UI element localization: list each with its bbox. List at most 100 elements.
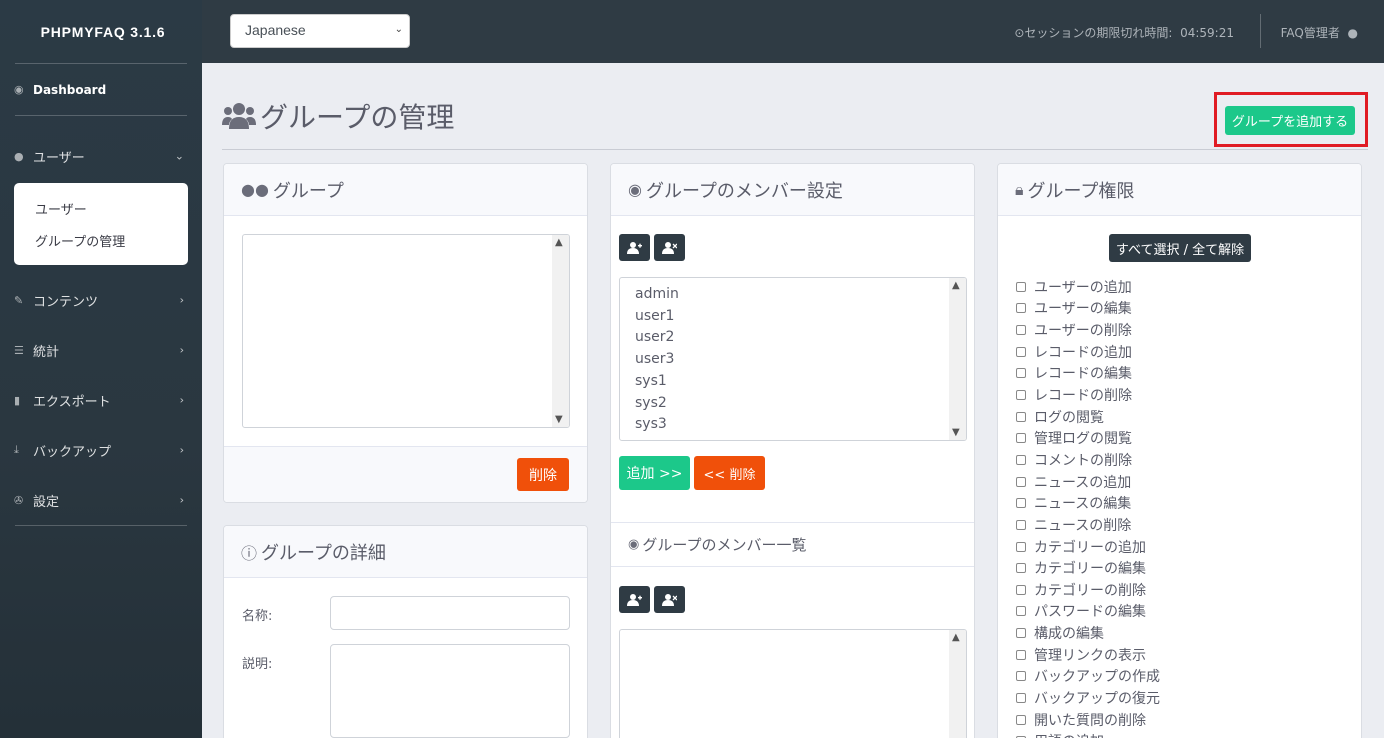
- permission-checkbox[interactable]: [1016, 692, 1026, 703]
- groups-list[interactable]: ▲ ▼: [242, 234, 570, 428]
- chevron-right-icon: ›: [179, 343, 184, 357]
- permission-checkbox[interactable]: [1016, 303, 1026, 314]
- permission-item[interactable]: ニュースの削除: [1016, 514, 1346, 536]
- list-item[interactable]: admin: [620, 284, 966, 306]
- permission-checkbox[interactable]: [1016, 476, 1026, 487]
- permission-checkbox[interactable]: [1016, 411, 1026, 422]
- permission-checkbox[interactable]: [1016, 498, 1026, 509]
- permission-item[interactable]: ユーザーの編集: [1016, 298, 1346, 320]
- remove-user-button[interactable]: [654, 234, 685, 261]
- permission-checkbox[interactable]: [1016, 671, 1026, 682]
- permission-checkbox[interactable]: [1016, 628, 1026, 639]
- permission-item[interactable]: カテゴリーの削除: [1016, 579, 1346, 601]
- user-times-icon: [662, 242, 677, 254]
- sidebar-item-dashboard[interactable]: ◉ Dashboard: [0, 64, 202, 115]
- remove-user-button[interactable]: [654, 586, 685, 613]
- permission-checkbox[interactable]: [1016, 281, 1026, 292]
- permission-checkbox[interactable]: [1016, 541, 1026, 552]
- permission-item[interactable]: ニュースの追加: [1016, 471, 1346, 493]
- permission-checkbox[interactable]: [1016, 649, 1026, 660]
- submenu-item-users[interactable]: ユーザー: [14, 192, 188, 224]
- sidebar-item-statistics[interactable]: ☰ 統計 ›: [0, 325, 202, 375]
- delete-group-button[interactable]: 削除: [517, 458, 569, 491]
- users-list[interactable]: admin user1 user2 user3 sys1 sys2 sys3 ▲…: [619, 277, 967, 441]
- permission-item[interactable]: ユーザーの削除: [1016, 319, 1346, 341]
- permission-item[interactable]: 用語の追加: [1016, 730, 1346, 738]
- scrollbar[interactable]: ▲: [949, 630, 966, 738]
- scrollbar[interactable]: ▲ ▼: [949, 278, 966, 440]
- permission-checkbox[interactable]: [1016, 325, 1026, 336]
- scroll-down-icon[interactable]: ▼: [952, 427, 960, 438]
- user-menu[interactable]: FAQ管理者 ●: [1281, 24, 1358, 41]
- sidebar-item-settings[interactable]: ✇ 設定 ›: [0, 475, 202, 525]
- permission-item[interactable]: 管理リンクの表示: [1016, 644, 1346, 666]
- permission-label: バックアップの復元: [1034, 690, 1160, 707]
- card-header: ●● グループ: [224, 164, 587, 216]
- card-title: グループ権限: [1027, 180, 1135, 202]
- permission-checkbox[interactable]: [1016, 454, 1026, 465]
- permission-item[interactable]: パスワードの編集: [1016, 601, 1346, 623]
- permission-item[interactable]: レコードの編集: [1016, 363, 1346, 385]
- permission-checkbox[interactable]: [1016, 346, 1026, 357]
- permission-item[interactable]: バックアップの作成: [1016, 666, 1346, 688]
- submenu-item-group-management[interactable]: グループの管理: [14, 224, 188, 256]
- permission-item[interactable]: カテゴリーの編集: [1016, 557, 1346, 579]
- list-item[interactable]: user2: [620, 327, 966, 349]
- group-description-textarea[interactable]: [330, 644, 570, 738]
- user-circle-icon: ◉: [628, 537, 640, 552]
- permission-item[interactable]: 開いた質問の削除: [1016, 709, 1346, 731]
- sidebar-item-content[interactable]: ✎ コンテンツ ›: [0, 275, 202, 325]
- add-group-button[interactable]: グループを追加する: [1225, 106, 1355, 135]
- sidebar-item-export[interactable]: ▮ エクスポート ›: [0, 375, 202, 425]
- brand-logo[interactable]: PHPMYFAQ 3.1.6: [0, 0, 202, 63]
- info-icon: ⓘ: [241, 543, 258, 563]
- remove-member-button[interactable]: << 削除: [694, 456, 765, 490]
- select-all-button[interactable]: すべて選択 / 全て解除: [1109, 234, 1251, 262]
- add-user-button[interactable]: [619, 234, 650, 261]
- permission-checkbox[interactable]: [1016, 368, 1026, 379]
- group-members-card: ◉ グループのメンバー設定 admin user1 user2 user3 sy…: [610, 163, 975, 738]
- permission-checkbox[interactable]: [1016, 714, 1026, 725]
- permission-item[interactable]: 構成の編集: [1016, 622, 1346, 644]
- add-user-button[interactable]: [619, 586, 650, 613]
- permission-checkbox[interactable]: [1016, 519, 1026, 530]
- permission-item[interactable]: 管理ログの閲覧: [1016, 427, 1346, 449]
- group-members-list[interactable]: ▲: [619, 629, 967, 738]
- sidebar-item-users[interactable]: ● ユーザー ⌄: [0, 116, 202, 196]
- permission-item[interactable]: レコードの追加: [1016, 341, 1346, 363]
- scroll-up-icon[interactable]: ▲: [555, 237, 563, 248]
- scroll-up-icon[interactable]: ▲: [952, 632, 960, 643]
- permission-checkbox[interactable]: [1016, 563, 1026, 574]
- permission-checkbox[interactable]: [1016, 390, 1026, 401]
- card-header: 🔒︎ グループ権限: [998, 164, 1361, 216]
- permission-item[interactable]: バックアップの復元: [1016, 687, 1346, 709]
- chevron-right-icon: ›: [179, 493, 184, 507]
- permission-checkbox[interactable]: [1016, 433, 1026, 444]
- sidebar-item-label: コンテンツ: [33, 294, 99, 310]
- chevron-down-icon: ⌄: [394, 24, 403, 35]
- language-select[interactable]: Japanese ⌄: [230, 14, 410, 48]
- sidebar: PHPMYFAQ 3.1.6 ◉ Dashboard ● ユーザー ⌄ ユーザー…: [0, 0, 202, 738]
- permission-checkbox[interactable]: [1016, 584, 1026, 595]
- permission-item[interactable]: カテゴリーの追加: [1016, 536, 1346, 558]
- permission-item[interactable]: ログの閲覧: [1016, 406, 1346, 428]
- sidebar-divider: [15, 525, 187, 526]
- list-item[interactable]: sys3: [620, 414, 966, 436]
- add-member-button[interactable]: 追加 >>: [619, 456, 690, 490]
- permission-label: ユーザーの削除: [1034, 323, 1132, 340]
- permission-item[interactable]: レコードの削除: [1016, 384, 1346, 406]
- permission-item[interactable]: ニュースの編集: [1016, 492, 1346, 514]
- list-item[interactable]: sys2: [620, 393, 966, 415]
- permission-item[interactable]: ユーザーの追加: [1016, 276, 1346, 298]
- scroll-down-icon[interactable]: ▼: [555, 414, 563, 425]
- group-name-input[interactable]: [330, 596, 570, 630]
- permission-label: コメントの削除: [1034, 452, 1132, 469]
- scroll-up-icon[interactable]: ▲: [952, 280, 960, 291]
- list-item[interactable]: user1: [620, 306, 966, 328]
- permission-item[interactable]: コメントの削除: [1016, 449, 1346, 471]
- scrollbar[interactable]: ▲ ▼: [552, 235, 569, 427]
- list-item[interactable]: user3: [620, 349, 966, 371]
- list-item[interactable]: sys1: [620, 371, 966, 393]
- sidebar-item-backup[interactable]: ⤓ バックアップ ›: [0, 425, 202, 475]
- permission-checkbox[interactable]: [1016, 606, 1026, 617]
